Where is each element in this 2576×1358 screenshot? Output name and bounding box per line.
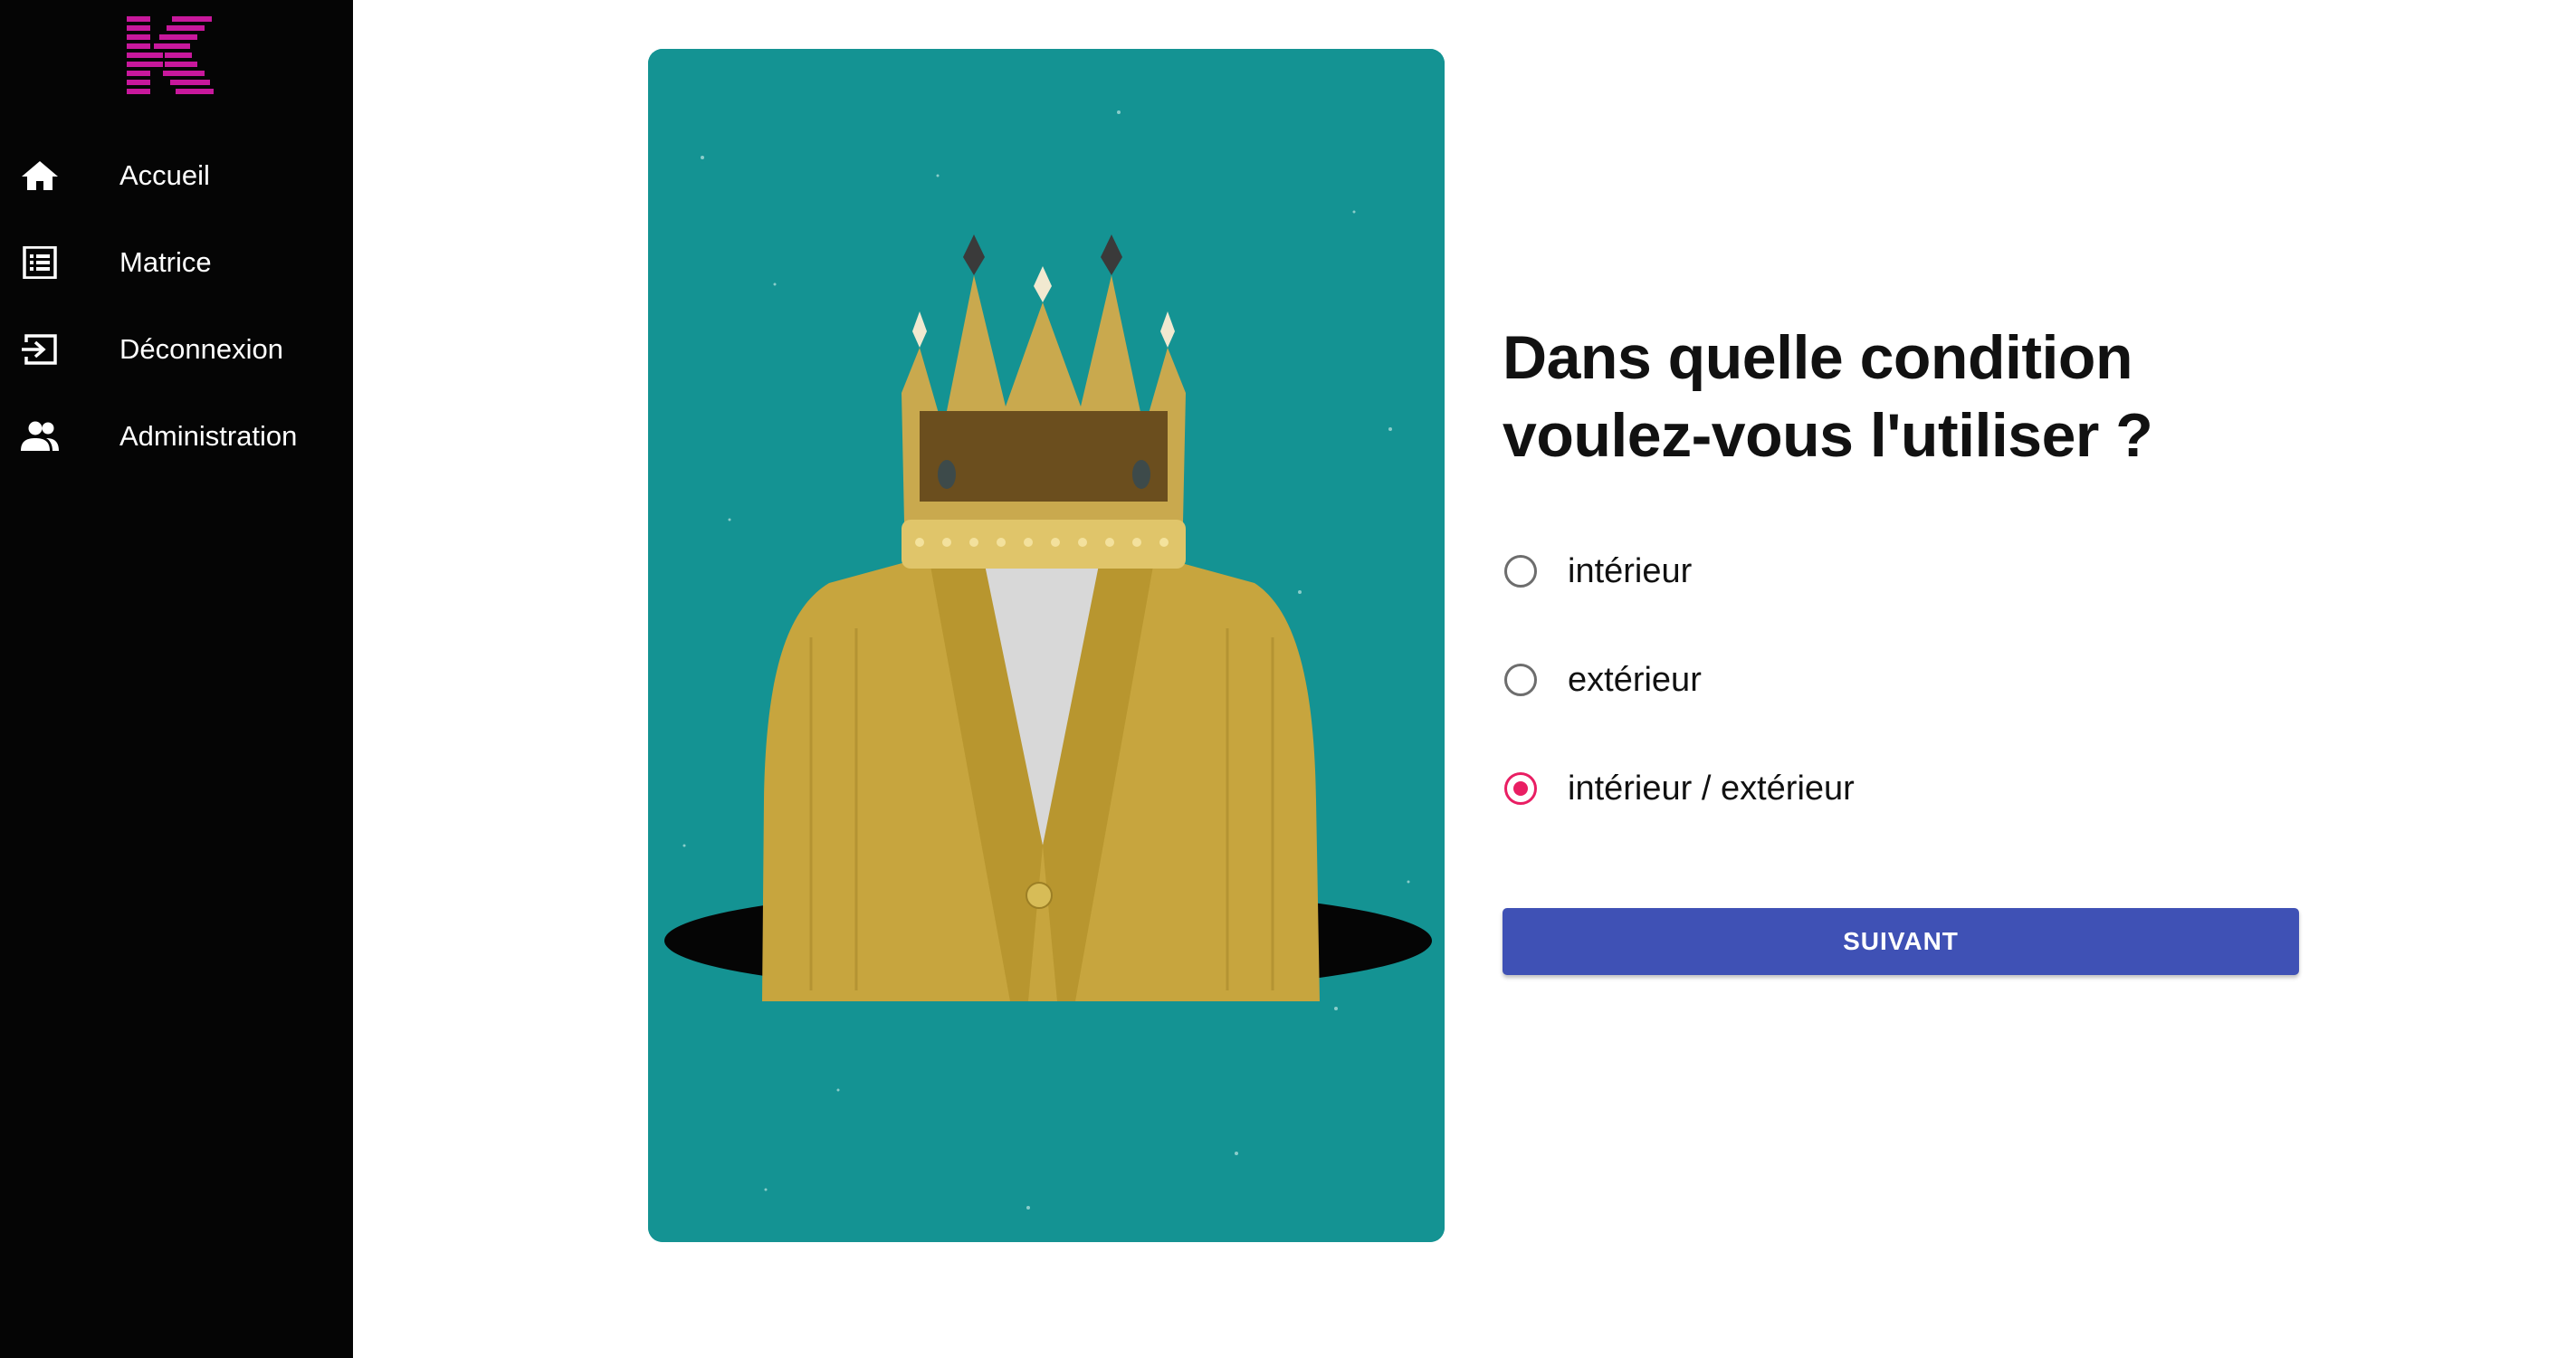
sidebar: Accueil Matrice Déconnexion Administrati… xyxy=(0,0,353,1358)
sidebar-item-accueil[interactable]: Accueil xyxy=(0,132,353,219)
option-label: intérieur / extérieur xyxy=(1568,769,1855,808)
option-label: intérieur xyxy=(1568,551,1693,590)
option-interieur[interactable]: intérieur xyxy=(1503,542,2281,600)
radio-button[interactable] xyxy=(1504,664,1537,696)
k-logo-icon[interactable] xyxy=(127,16,214,94)
home-icon xyxy=(20,159,60,192)
option-interieur-exterieur[interactable]: intérieur / extérieur xyxy=(1503,760,2281,818)
next-button[interactable]: SUIVANT xyxy=(1503,908,2299,975)
option-exterieur[interactable]: extérieur xyxy=(1503,651,2281,709)
logout-icon xyxy=(20,333,60,366)
question-title: Dans quelle condition voulez-vous l'util… xyxy=(1503,323,2153,470)
crown-cardigan-illustration xyxy=(648,49,1445,1242)
radio-button-selected[interactable] xyxy=(1504,772,1537,805)
list-icon xyxy=(20,246,60,279)
sidebar-item-label: Administration xyxy=(119,420,298,452)
sidebar-item-label: Déconnexion xyxy=(119,333,283,365)
option-label: extérieur xyxy=(1568,660,1702,699)
people-icon xyxy=(20,420,60,453)
sidebar-item-label: Matrice xyxy=(119,246,212,278)
radio-dot xyxy=(1513,781,1528,796)
sidebar-item-administration[interactable]: Administration xyxy=(0,393,353,480)
sidebar-item-label: Accueil xyxy=(119,159,210,191)
sidebar-item-matrice[interactable]: Matrice xyxy=(0,219,353,306)
sidebar-item-deconnexion[interactable]: Déconnexion xyxy=(0,306,353,393)
hero-image-card xyxy=(648,49,1445,1242)
radio-button[interactable] xyxy=(1504,555,1537,588)
